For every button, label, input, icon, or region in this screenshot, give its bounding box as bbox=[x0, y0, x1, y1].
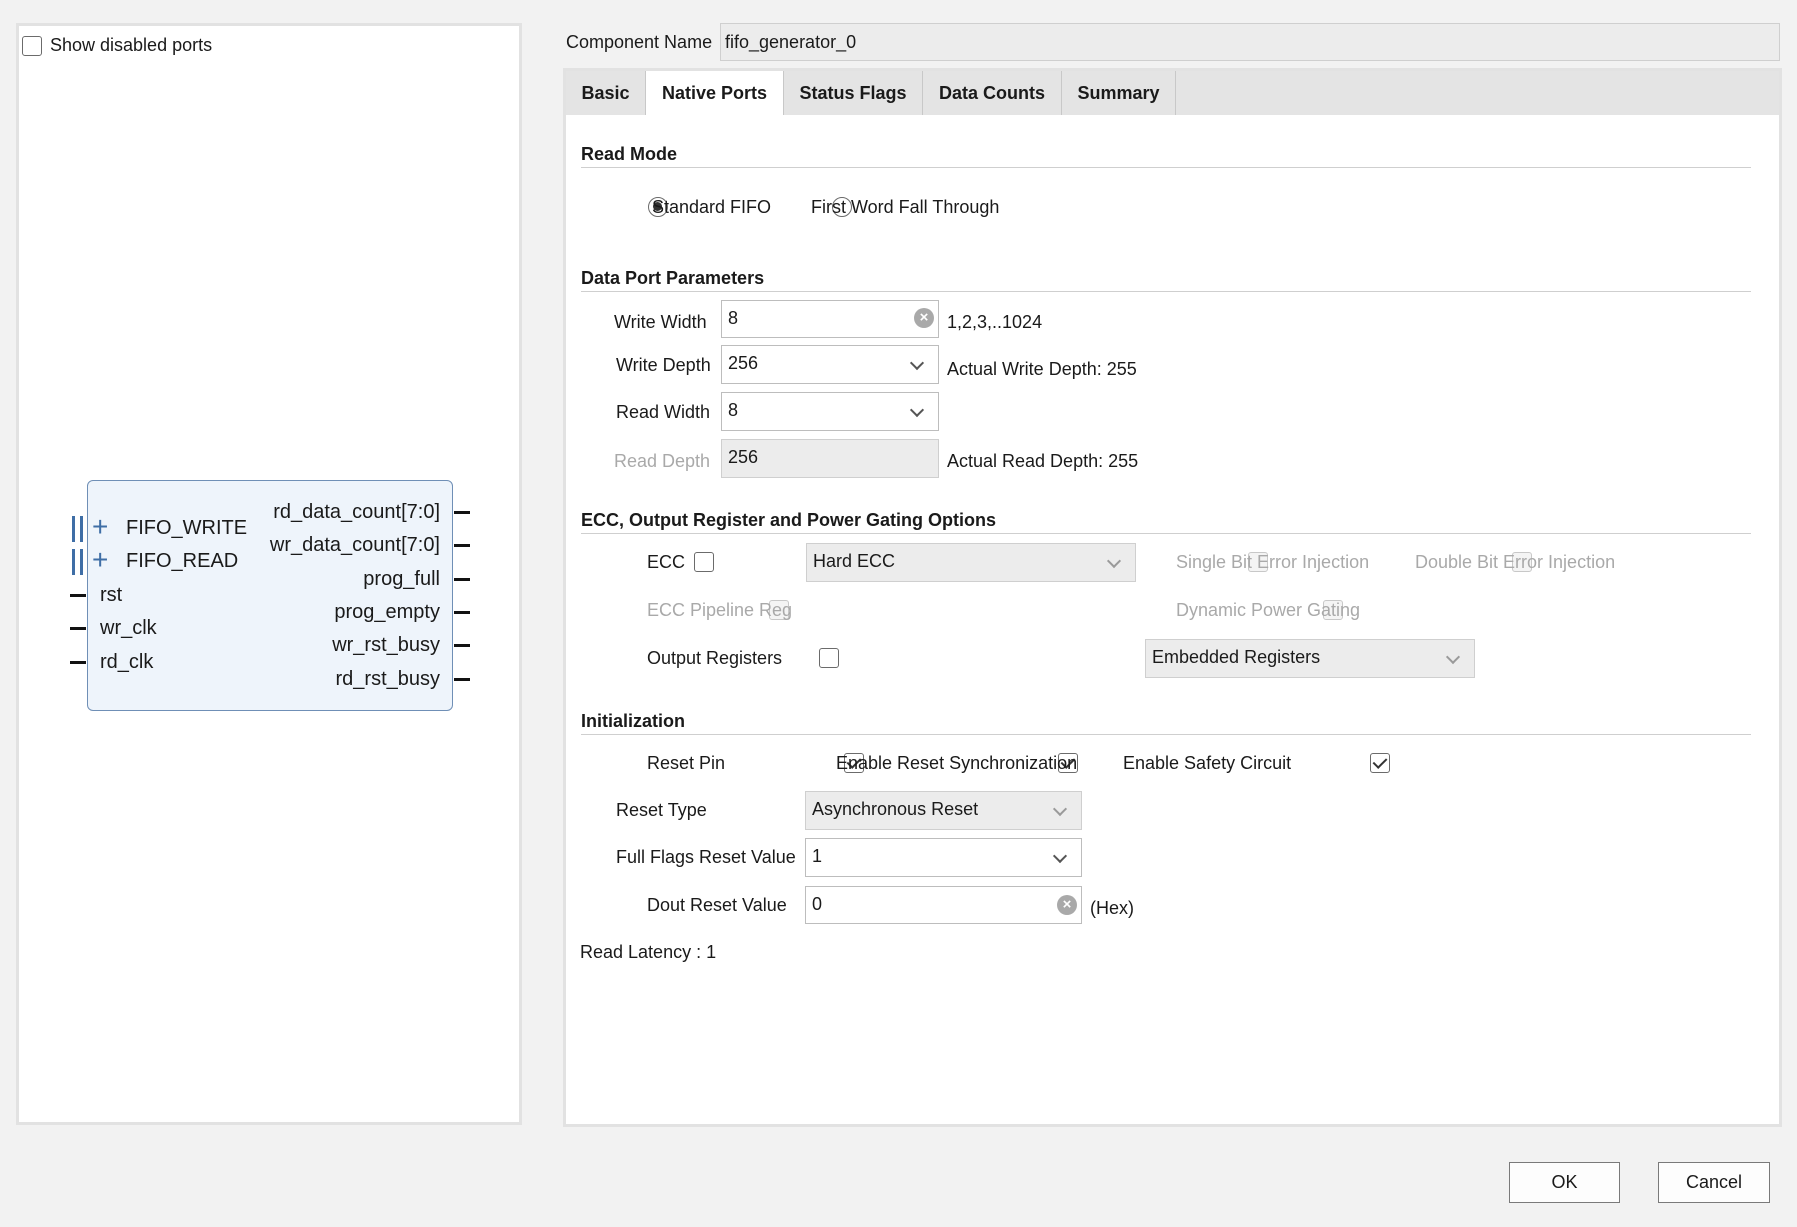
write-width-label: Write Width bbox=[614, 312, 707, 332]
write-depth-value: 256 bbox=[728, 353, 759, 373]
safety-circuit-label: Enable Safety Circuit bbox=[1123, 753, 1292, 773]
ecc-checkbox[interactable] bbox=[694, 552, 715, 572]
fwft-label: First Word Fall Through bbox=[811, 197, 1000, 217]
full-flags-value: 1 bbox=[812, 846, 823, 866]
dout-reset-value: 0 bbox=[812, 894, 823, 914]
show-disabled-ports-label: Show disabled ports bbox=[50, 35, 213, 55]
port-prog-empty: prog_empty bbox=[334, 601, 440, 623]
pin-line bbox=[454, 644, 470, 647]
ok-button[interactable]: OK bbox=[1509, 1162, 1620, 1203]
port-prog-full: prog_full bbox=[363, 568, 440, 590]
double-bit-error-label: Double Bit Error Injection bbox=[1415, 552, 1616, 572]
dout-reset-input[interactable]: 0 bbox=[805, 886, 1082, 924]
output-registers-dropdown: Embedded Registers bbox=[1145, 639, 1475, 678]
read-depth-hint: Actual Read Depth: 255 bbox=[947, 451, 1139, 471]
divider bbox=[581, 734, 1751, 735]
cancel-button[interactable]: Cancel bbox=[1658, 1162, 1770, 1203]
read-width-label: Read Width bbox=[616, 402, 711, 422]
bus-icon bbox=[72, 516, 75, 542]
read-width-value: 8 bbox=[728, 400, 739, 420]
reset-type-dropdown: Asynchronous Reset bbox=[805, 791, 1082, 830]
read-latency-text: Read Latency : 1 bbox=[580, 942, 717, 962]
read-width-dropdown[interactable]: 8 bbox=[721, 392, 939, 431]
expand-plus-icon[interactable]: + bbox=[92, 546, 108, 574]
divider bbox=[581, 167, 1751, 168]
read-depth-value: 256 bbox=[728, 447, 759, 467]
pin-line bbox=[70, 661, 86, 664]
port-fifo-write: FIFO_WRITE bbox=[126, 517, 248, 539]
output-registers-checkbox[interactable] bbox=[819, 648, 840, 668]
component-name-value: fifo_generator_0 bbox=[725, 32, 857, 52]
write-width-input[interactable]: 8 bbox=[721, 300, 939, 338]
pin-line bbox=[454, 511, 470, 514]
reset-type-value: Asynchronous Reset bbox=[812, 799, 979, 819]
dynamic-power-label: Dynamic Power Gating bbox=[1176, 600, 1361, 620]
port-rst: rst bbox=[100, 584, 123, 606]
standard-fifo-label: Standard FIFO bbox=[652, 197, 772, 217]
write-depth-label: Write Depth bbox=[616, 355, 711, 375]
ecc-type-dropdown: Hard ECC bbox=[806, 543, 1136, 582]
single-bit-error-label: Single Bit Error Injection bbox=[1176, 552, 1370, 572]
write-width-hint: 1,2,3,..1024 bbox=[947, 312, 1043, 332]
ecc-type-value: Hard ECC bbox=[813, 551, 896, 571]
ecc-pipeline-label: ECC Pipeline Reg bbox=[647, 600, 793, 620]
read-depth-field: 256 bbox=[721, 439, 939, 478]
tab-data-counts[interactable]: Data Counts bbox=[923, 71, 1062, 115]
bus-icon bbox=[80, 549, 83, 575]
pin-line bbox=[454, 544, 470, 547]
port-rd-data-count: rd_data_count[7:0] bbox=[273, 501, 440, 523]
read-mode-title: Read Mode bbox=[581, 144, 678, 164]
reset-type-label: Reset Type bbox=[616, 800, 707, 820]
tab-basic[interactable]: Basic bbox=[566, 71, 646, 115]
expand-plus-icon[interactable]: + bbox=[92, 513, 108, 541]
pin-line bbox=[454, 678, 470, 681]
port-wr-data-count: wr_data_count[7:0] bbox=[269, 534, 440, 556]
initialization-title: Initialization bbox=[581, 711, 686, 731]
tab-content-panel bbox=[563, 68, 1782, 1127]
component-name-label: Component Name bbox=[566, 32, 713, 52]
dout-reset-label: Dout Reset Value bbox=[647, 895, 787, 915]
write-width-value: 8 bbox=[728, 308, 739, 328]
port-wr-rst-busy: wr_rst_busy bbox=[332, 634, 440, 656]
clear-icon[interactable]: × bbox=[1057, 895, 1077, 915]
pin-line bbox=[70, 627, 86, 630]
bus-icon bbox=[72, 549, 75, 575]
safety-circuit-checkbox[interactable] bbox=[1370, 753, 1391, 773]
divider bbox=[581, 291, 1751, 292]
write-depth-hint: Actual Write Depth: 255 bbox=[947, 359, 1137, 379]
clear-icon[interactable]: × bbox=[914, 308, 934, 328]
full-flags-dropdown[interactable]: 1 bbox=[805, 838, 1082, 877]
ecc-section-title: ECC, Output Register and Power Gating Op… bbox=[581, 510, 997, 530]
full-flags-label: Full Flags Reset Value bbox=[616, 847, 796, 867]
divider bbox=[581, 533, 1751, 534]
output-reg-type-value: Embedded Registers bbox=[1152, 647, 1321, 667]
ecc-label: ECC bbox=[647, 552, 686, 572]
write-depth-dropdown[interactable]: 256 bbox=[721, 345, 939, 384]
bus-icon bbox=[80, 516, 83, 542]
tab-status-flags[interactable]: Status Flags bbox=[784, 71, 923, 115]
port-wr-clk: wr_clk bbox=[100, 617, 157, 639]
port-rd-rst-busy: rd_rst_busy bbox=[335, 668, 441, 690]
tab-native-ports[interactable]: Native Ports bbox=[646, 71, 784, 115]
dout-reset-suffix: (Hex) bbox=[1090, 898, 1134, 918]
pin-line bbox=[454, 578, 470, 581]
pin-line bbox=[454, 611, 470, 614]
tab-summary[interactable]: Summary bbox=[1062, 71, 1176, 115]
reset-pin-label: Reset Pin bbox=[647, 753, 726, 773]
port-fifo-read: FIFO_READ bbox=[126, 550, 239, 572]
port-rd-clk: rd_clk bbox=[100, 651, 154, 673]
output-registers-label: Output Registers bbox=[647, 648, 783, 668]
data-port-title: Data Port Parameters bbox=[581, 268, 765, 288]
show-disabled-ports-checkbox[interactable] bbox=[22, 36, 42, 56]
component-name-field[interactable]: fifo_generator_0 bbox=[720, 23, 1780, 61]
reset-sync-label: Enable Reset Synchronization bbox=[836, 753, 1078, 773]
pin-line bbox=[70, 594, 86, 597]
read-depth-label: Read Depth bbox=[614, 451, 711, 471]
